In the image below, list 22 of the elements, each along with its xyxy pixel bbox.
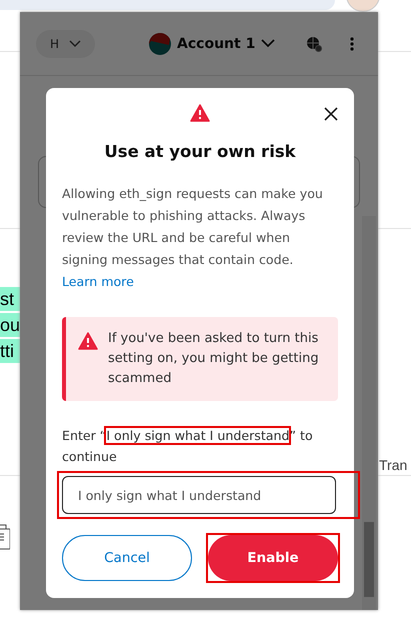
close-icon[interactable]: [324, 107, 338, 121]
confirmation-input[interactable]: I only sign what I understand: [62, 476, 336, 514]
network-selector[interactable]: H: [36, 30, 96, 58]
menu-icon[interactable]: [350, 36, 354, 50]
enable-button[interactable]: Enable: [208, 535, 338, 581]
learn-more-link[interactable]: Learn more: [62, 271, 134, 293]
account-avatar: [149, 32, 172, 54]
warning-icon: [190, 104, 210, 122]
chevron-down-icon: [69, 40, 82, 48]
dialog-title: Use at your own risk: [103, 142, 297, 161]
page-text: st: [0, 287, 20, 311]
page-text: Tran: [379, 457, 408, 473]
description-text: Allowing eth_sign requests can make you vulnerable to phishing attacks. Always review the URL and be careful when signing messages that contain code.: [62, 185, 324, 269]
warning-text: If you've been asked to turn this setting on, you might be getting scammed: [108, 330, 320, 388]
page-text: tti: [0, 339, 20, 363]
chevron-down-icon: [261, 39, 276, 48]
page-text: ou: [0, 313, 20, 337]
scrollbar[interactable]: [362, 216, 376, 610]
cancel-button[interactable]: Cancel: [62, 535, 192, 581]
warning-icon: [78, 332, 98, 350]
account-selector[interactable]: Account 1: [149, 32, 276, 54]
globe-icon[interactable]: [306, 36, 322, 52]
